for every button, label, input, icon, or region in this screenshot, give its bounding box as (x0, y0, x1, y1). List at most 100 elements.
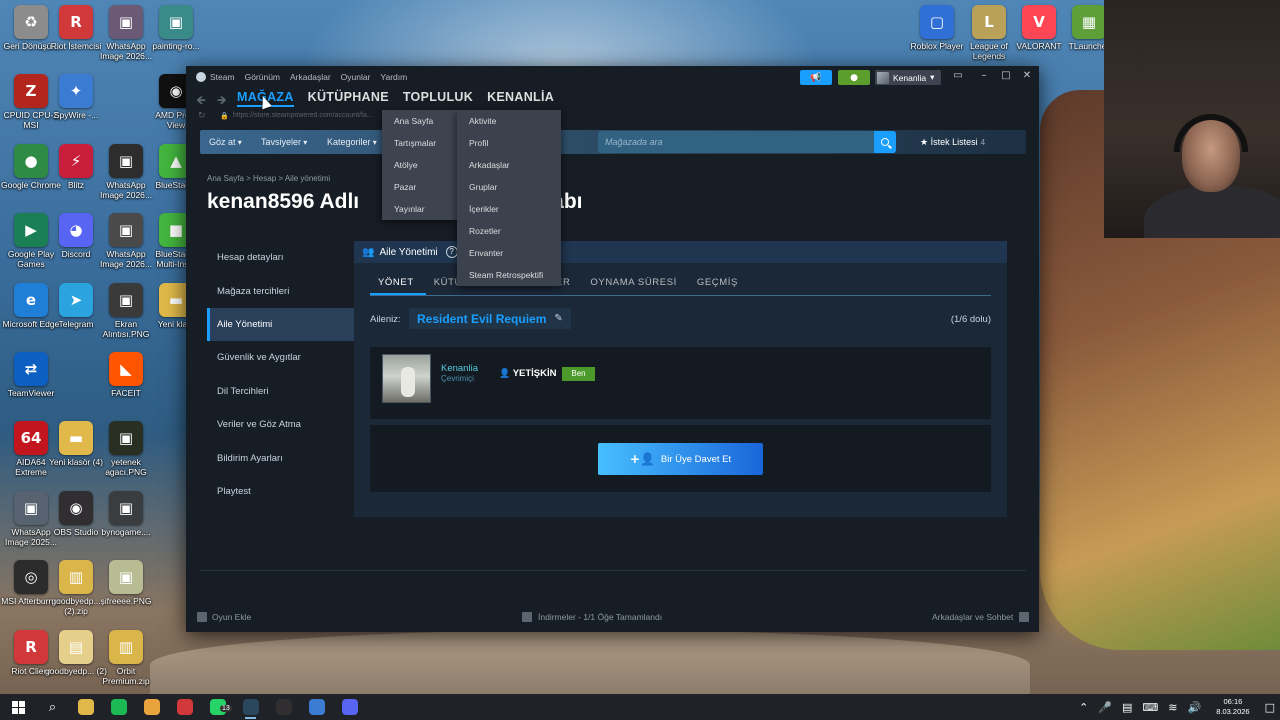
dropdown-item-workshop[interactable]: Atölye (382, 154, 457, 176)
sidebar-item-account-details[interactable]: Hesap detayları (207, 241, 355, 274)
file-explorer-icon[interactable] (69, 694, 102, 720)
wifi-icon[interactable]: ≋ (1163, 701, 1182, 714)
dropdown-item-market[interactable]: Pazar (382, 176, 457, 198)
dropdown-item-profile[interactable]: Profil (457, 132, 561, 154)
person-icon: 👤 (499, 369, 511, 379)
menu-view[interactable]: Görünüm (245, 72, 280, 82)
help-icon[interactable]: ? (445, 246, 458, 258)
sidebar-item-family[interactable]: Aile Yönetimi (207, 307, 355, 342)
add-game-button[interactable]: Oyun Ekle (197, 612, 251, 622)
clock[interactable]: 06:16 8.03.2026 (1206, 697, 1259, 717)
whatsapp-icon[interactable]: 13 (201, 694, 234, 720)
system-tray: ⌃ 🎤 ▤ ⌨ ≋ 🔊 06:16 8.03.2026 □ (1074, 694, 1280, 720)
member-name[interactable]: Kenanlia (441, 363, 478, 374)
sidebar-item-notifications[interactable]: Bildirim Ayarları (207, 441, 355, 474)
menu-steam[interactable]: Steam (196, 72, 235, 82)
desktop-app-icon: ➤ (59, 282, 93, 317)
back-arrow-icon[interactable]: 🡸 (196, 91, 206, 112)
clock-time: 06:16 (1223, 697, 1243, 706)
menu-games[interactable]: Oyunlar (341, 72, 371, 82)
maximize-icon[interactable]: □ (998, 70, 1014, 84)
desktop-icon[interactable]: ✦ SpyWire -... (45, 74, 107, 120)
me-badge: Ben (562, 367, 595, 381)
spotify-icon[interactable] (102, 694, 135, 720)
refresh-icon[interactable]: ↻ (198, 111, 206, 121)
notification-center-icon[interactable]: □ (1260, 701, 1280, 714)
search-icon[interactable]: ⌕ (36, 694, 69, 720)
dropdown-item-discussions[interactable]: Tartışmalar (382, 132, 457, 154)
keyboard-icon[interactable]: ⌨ (1137, 701, 1163, 714)
tab-playtime[interactable]: OYNAMA SÜRESİ (582, 275, 688, 295)
chrome-icon[interactable] (135, 694, 168, 720)
desktop-app-icon: ♻ (14, 5, 48, 39)
desktop-icon[interactable]: ▣ şifreeee.PNG (95, 560, 157, 606)
nav-community[interactable]: TOPLULUK (403, 90, 473, 107)
desktop-app-icon: Z (14, 74, 48, 109)
account-menu-button[interactable]: Kenanlia ▾ (875, 70, 941, 85)
wishlist-link[interactable]: ★ İstek Listesi 4 (920, 137, 985, 148)
discord-icon[interactable] (333, 694, 366, 720)
desktop-icon[interactable]: ◣ FACEIT (95, 352, 157, 398)
store-nav-categories[interactable]: Kategoriler (327, 137, 377, 147)
dropdown-item-activity[interactable]: Aktivite (457, 110, 561, 132)
desktop-icon[interactable]: ▣ painting-ro... (145, 5, 207, 51)
wishlist-count: 4 (980, 138, 986, 147)
search-input[interactable] (598, 131, 874, 153)
family-name-field[interactable]: Resident Evil Requiem ✎ (409, 308, 571, 329)
nav-profile[interactable]: KENANLİA (487, 90, 554, 107)
family-label: Aileniz: (370, 314, 401, 325)
dropdown-item-friends[interactable]: Arkadaşlar (457, 154, 561, 176)
desktop-app-icon: ▣ (109, 282, 143, 317)
menu-help[interactable]: Yardım (380, 72, 407, 82)
notifications-button[interactable]: ● (838, 70, 870, 85)
search-button[interactable] (874, 131, 896, 153)
sidebar-item-language[interactable]: Dil Tercihleri (207, 375, 355, 408)
invite-member-button[interactable]: +👤 Bir Üye Davet Et (598, 443, 763, 475)
sidebar-item-playtest[interactable]: Playtest (207, 475, 355, 508)
store-nav-browse[interactable]: Göz at (209, 137, 242, 147)
generic-app-icon[interactable] (300, 694, 333, 720)
dropdown-item-broadcasts[interactable]: Yayınlar (382, 198, 457, 220)
start-button[interactable] (0, 694, 36, 720)
network-icon[interactable]: ▤ (1117, 701, 1137, 714)
tab-history[interactable]: GEÇMİŞ (689, 275, 750, 295)
broadcast-button[interactable]: 📢 (800, 70, 832, 85)
edit-pencil-icon[interactable]: ✎ (554, 313, 562, 324)
desktop-app-icon: ▶ (14, 213, 48, 248)
microphone-icon[interactable]: 🎤 (1093, 701, 1117, 714)
dropdown-item-home[interactable]: Ana Sayfa (382, 110, 457, 132)
store-nav-recommendations[interactable]: Tavsiyeler (261, 137, 307, 147)
menu-friends[interactable]: Arkadaşlar (290, 72, 331, 82)
sidebar-item-security[interactable]: Güvenlik ve Aygıtlar (207, 341, 355, 374)
friends-chat-button[interactable]: Arkadaşlar ve Sohbet (932, 612, 1030, 622)
dropdown-item-content[interactable]: İçerikler (457, 198, 561, 220)
desktop-icon[interactable]: ▥ Orbit Premium.zip (95, 629, 157, 686)
dropdown-item-badges[interactable]: Rozetler (457, 220, 561, 242)
steam-icon[interactable] (234, 694, 267, 720)
desktop-icon-label: painting-ro... (152, 41, 200, 51)
desktop-icon[interactable]: ⇄ TeamViewer (0, 352, 62, 398)
desktop-icon[interactable]: ▣ yetenek agacı.PNG (95, 421, 157, 477)
desktop-icon-label: yetenek agacı.PNG (105, 457, 147, 478)
sidebar-item-store-preferences[interactable]: Mağaza tercihleri (207, 274, 355, 307)
desktop-app-icon: ▢ (920, 5, 954, 39)
tab-manage[interactable]: YÖNET (370, 275, 426, 295)
volume-icon[interactable]: 🔊 (1183, 701, 1207, 714)
tray-chevron-icon[interactable]: ⌃ (1074, 701, 1093, 714)
dropdown-item-year-review[interactable]: Steam Retrospektifi (457, 264, 561, 286)
wallpaper-rocks (150, 630, 1030, 700)
forward-arrow-icon[interactable]: 🡺 (217, 91, 227, 112)
minimize-icon[interactable]: – (976, 70, 992, 84)
member-avatar[interactable] (382, 354, 431, 403)
close-icon[interactable]: ✕ (1019, 70, 1035, 84)
sidebar-item-data-browsing[interactable]: Veriler ve Göz Atma (207, 408, 355, 441)
nav-library[interactable]: KÜTÜPHANE (308, 90, 389, 107)
dropdown-item-groups[interactable]: Gruplar (457, 176, 561, 198)
riot-icon[interactable] (168, 694, 201, 720)
downloads-status[interactable]: İndirmeler - 1/1 Öğe Tamamlandı (522, 612, 662, 622)
desktop-icon[interactable]: ▣ bynogame.... (95, 490, 157, 537)
desktop-app-icon: ▣ (109, 213, 143, 248)
big-picture-icon[interactable]: ▭ (950, 70, 966, 84)
dropdown-item-inventory[interactable]: Envanter (457, 242, 561, 264)
obs-icon[interactable] (267, 694, 300, 720)
